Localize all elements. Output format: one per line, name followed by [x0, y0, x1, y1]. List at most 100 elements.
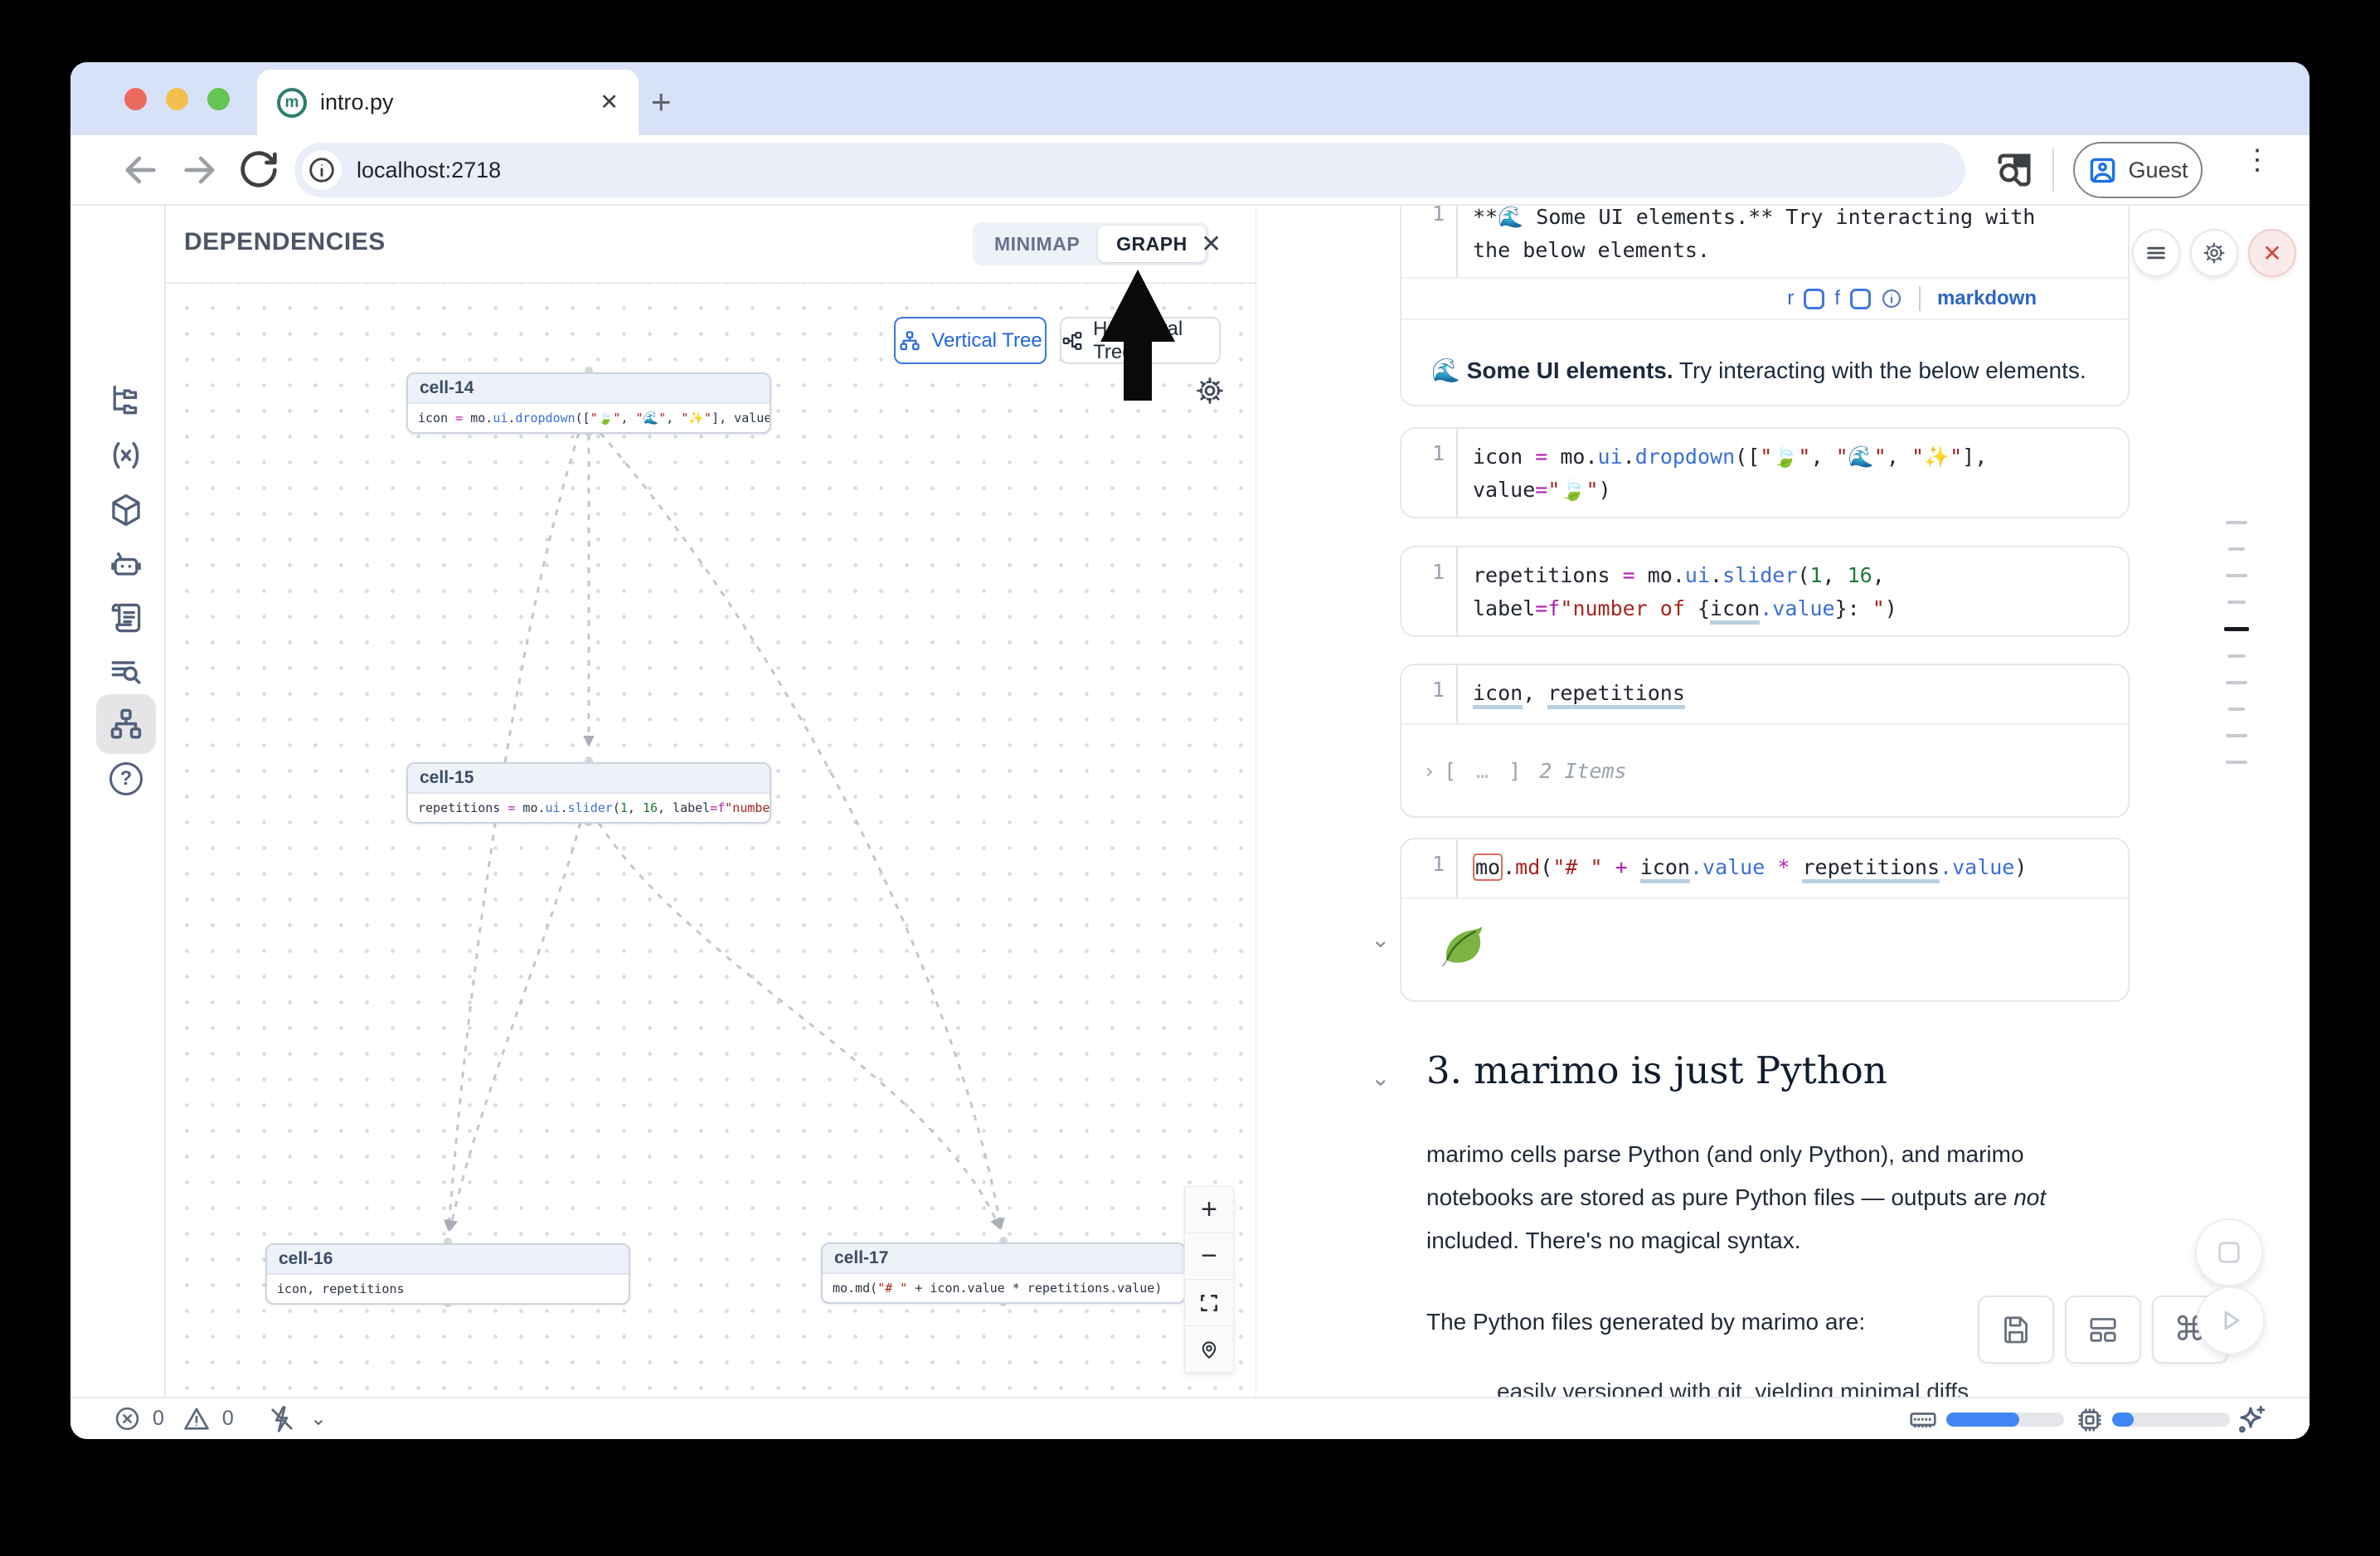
save-button[interactable] — [1978, 1296, 2054, 1364]
sidebar-rail: ? — [70, 206, 166, 1397]
code-editor[interactable]: mo.md("# " + icon.value * repetitions.va… — [1456, 839, 2027, 897]
tab-title: intro.py — [320, 90, 394, 115]
code-editor[interactable]: icon = mo.ui.dropdown(["🍃", "🌊", "✨"], v… — [1456, 429, 1987, 517]
markdown-language-label[interactable]: markdown — [1937, 287, 2037, 310]
locate-button[interactable] — [1185, 1326, 1233, 1372]
browser-menu-icon[interactable]: ⋮ — [2243, 143, 2271, 177]
graph-zoom-controls: + − — [1184, 1186, 1234, 1373]
hamburger-menu-icon — [2144, 241, 2168, 265]
code-line: icon, repetitions — [1473, 677, 1685, 710]
panel-close-icon[interactable]: ✕ — [1201, 230, 1222, 259]
ellipsis: … — [1464, 759, 1500, 783]
vertical-tree-label: Vertical Tree — [931, 329, 1042, 353]
code-line: mo.md("# " + icon.value * repetitions.va… — [1473, 851, 2027, 884]
new-tab-button[interactable]: + — [651, 82, 672, 122]
section-chevron-icon[interactable]: ⌄ — [1371, 1064, 1390, 1092]
autorun-chevron-icon[interactable]: ⌄ — [310, 1407, 327, 1431]
warnings-icon[interactable] — [182, 1405, 211, 1433]
browser-window: m intro.py ✕ + localhost:2718 Guest — [70, 62, 2310, 1439]
dependency-graph-canvas[interactable]: Vertical Tree Horizontal Tree cell-14 ic… — [166, 282, 1256, 1397]
window-close-button[interactable] — [124, 88, 147, 110]
sidebar-item-logs[interactable] — [96, 642, 156, 702]
tab-search-icon[interactable] — [1993, 148, 2036, 192]
node-title: cell-14 — [408, 374, 770, 404]
graph-node-cell-16[interactable]: cell-16 icon, repetitions — [265, 1243, 630, 1305]
fit-view-button[interactable] — [1185, 1280, 1233, 1326]
line-number: 1 — [1401, 429, 1445, 517]
cpu-icon — [2074, 1404, 2106, 1436]
info-icon[interactable] — [1881, 288, 1902, 309]
back-icon[interactable] — [117, 147, 163, 193]
code-editor[interactable]: repetitions = mo.ui.slider(1, 16, label=… — [1456, 547, 1897, 635]
site-info-icon[interactable] — [302, 150, 342, 190]
layout-button[interactable] — [2065, 1296, 2141, 1364]
toggle-divider — [1919, 286, 1921, 311]
tab-graph[interactable]: GRAPH — [1098, 226, 1206, 262]
zoom-in-button[interactable]: + — [1185, 1187, 1233, 1233]
code-editor[interactable]: icon, repetitions — [1456, 665, 1685, 723]
cell-menu-button[interactable] — [2132, 229, 2180, 277]
graph-node-cell-15[interactable]: cell-15 repetitions = mo.ui.slider(1, 16… — [406, 762, 771, 824]
vertical-tree-button[interactable]: Vertical Tree — [894, 317, 1047, 364]
cell-config-button[interactable] — [2190, 229, 2238, 277]
tab-close-icon[interactable]: ✕ — [600, 90, 619, 115]
code-cell-slider[interactable]: 1 repetitions = mo.ui.slider(1, 16, labe… — [1400, 546, 2130, 637]
gear-icon — [2202, 241, 2227, 265]
sidebar-item-help[interactable]: ? — [96, 749, 156, 809]
window-zoom-button[interactable] — [207, 88, 230, 110]
sidebar-item-scratchpad[interactable] — [96, 588, 156, 648]
bracket-close: ] — [1508, 759, 1521, 783]
graph-node-cell-17[interactable]: cell-17 mo.md("# " + icon.value * repeti… — [821, 1242, 1186, 1304]
markdown-source-cell[interactable]: 1 **🌊 Some UI elements.** Try interactin… — [1400, 206, 2130, 406]
r-checkbox[interactable] — [1804, 289, 1824, 309]
code-cell-md[interactable]: 1 mo.md("# " + icon.value * repetitions.… — [1400, 838, 2130, 1002]
memory-icon — [1908, 1405, 1938, 1435]
collapse-chevron-icon[interactable]: ⌄ — [1371, 926, 1390, 953]
f-checkbox[interactable] — [1850, 289, 1871, 309]
url-bar[interactable]: localhost:2718 — [294, 143, 1965, 197]
window-minimize-button[interactable] — [166, 88, 188, 110]
sidebar-item-variables[interactable] — [96, 425, 156, 485]
graph-edges — [166, 284, 1256, 1398]
shutdown-button[interactable]: ✕ — [2248, 229, 2296, 277]
sidebar-item-packages[interactable] — [96, 480, 156, 540]
location-pin-icon — [1198, 1339, 1220, 1360]
code-cell-dropdown[interactable]: 1 icon = mo.ui.dropdown(["🍃", "🌊", "✨"],… — [1400, 427, 2130, 518]
clipped-list-line: easily versioned with git, yielding mini… — [1497, 1370, 1969, 1397]
line-number: 1 — [1401, 665, 1445, 723]
sidebar-item-ai-chat[interactable] — [96, 535, 156, 595]
profile-button[interactable]: Guest — [2073, 142, 2203, 198]
markdown-output: 🌊 Some UI elements. Try interacting with… — [1401, 318, 2128, 406]
scroll-icon — [108, 600, 144, 636]
expander-icon[interactable]: › — [1423, 759, 1435, 783]
code-cell-tuple[interactable]: 1 icon, repetitions › [ … ] 2 Items — [1400, 664, 2130, 818]
stop-button[interactable] — [2195, 1218, 2263, 1286]
close-x-icon: ✕ — [2262, 240, 2281, 267]
section-heading: 3. marimo is just Python — [1426, 1048, 1887, 1092]
para-line: marimo cells parse Python (and only Pyth… — [1426, 1133, 2106, 1176]
errors-icon[interactable] — [114, 1405, 141, 1432]
graph-settings-gear-icon[interactable] — [1194, 375, 1226, 406]
reload-icon[interactable] — [236, 148, 281, 192]
sidebar-item-dependencies[interactable] — [96, 694, 156, 754]
markdown-output-text: 🌊 Some UI elements. Try interacting with… — [1401, 357, 2086, 384]
code-line: the below elements. — [1473, 234, 2035, 267]
graph-node-cell-14[interactable]: cell-14 icon = mo.ui.dropdown(["🍃", "🌊",… — [406, 372, 771, 434]
vertical-tree-icon — [898, 329, 921, 353]
toolbar-divider — [2052, 148, 2054, 192]
ai-sparkle-icon[interactable] — [2233, 1403, 2268, 1437]
dependency-graph-icon — [108, 706, 144, 742]
sidebar-item-file-explorer[interactable] — [96, 371, 156, 430]
browser-tab[interactable]: m intro.py ✕ — [257, 70, 639, 135]
tab-minimap[interactable]: MINIMAP — [976, 226, 1098, 262]
code-editor[interactable]: **🌊 Some UI elements.** Try interacting … — [1456, 206, 2035, 277]
forward-icon[interactable] — [177, 147, 223, 193]
line-number: 1 — [1401, 839, 1445, 897]
save-icon — [1999, 1313, 2033, 1346]
cell-scroll-indicator[interactable] — [2218, 521, 2255, 787]
autorun-disabled-icon[interactable] — [267, 1404, 297, 1434]
zoom-out-button[interactable]: − — [1185, 1233, 1233, 1280]
cell-output: › [ … ] 2 Items — [1401, 723, 2128, 816]
run-button[interactable] — [2197, 1286, 2265, 1354]
code-line: icon = mo.ui.dropdown(["🍃", "🌊", "✨"], — [1473, 440, 1987, 474]
